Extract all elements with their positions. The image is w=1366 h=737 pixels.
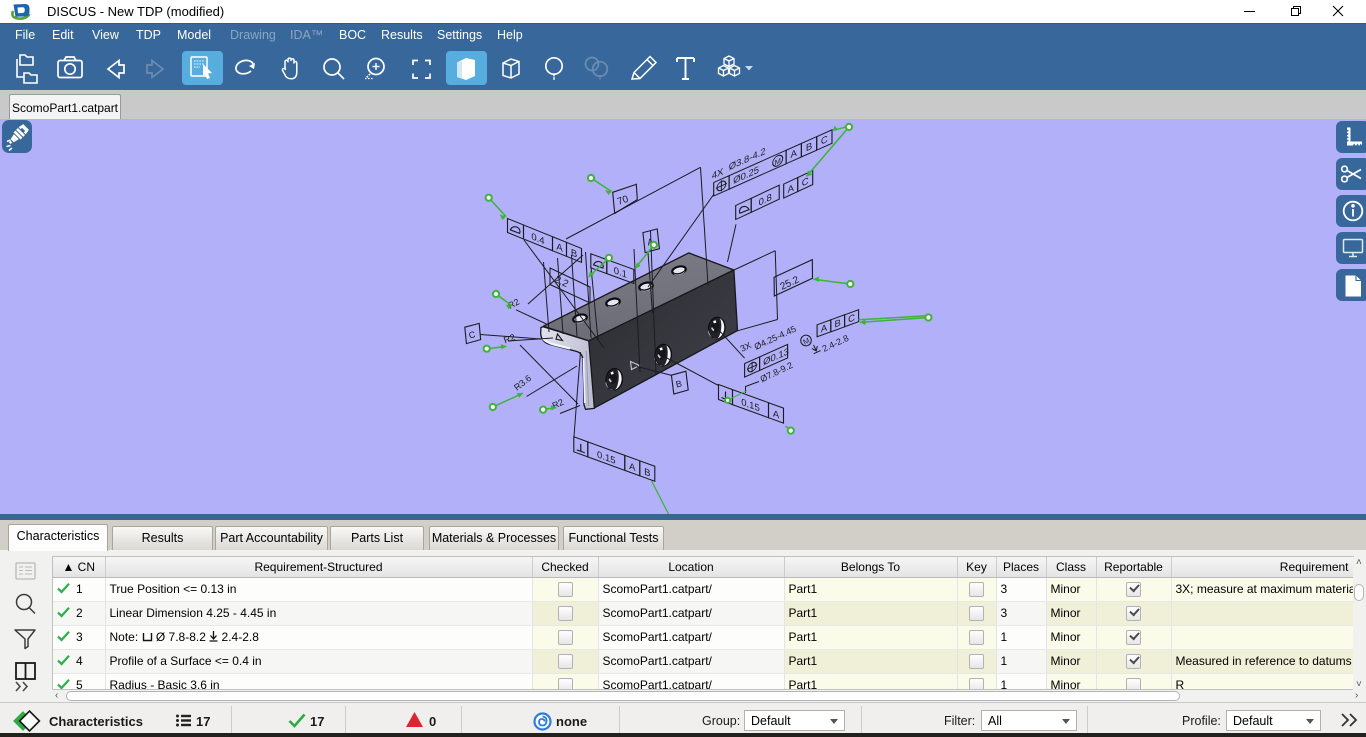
svg-text:4X: 4X [712, 166, 724, 182]
svg-text:R3.6: R3.6 [512, 373, 533, 393]
svg-text:R2: R2 [502, 332, 516, 345]
svg-text:0.15: 0.15 [741, 397, 760, 415]
svg-text:B: B [675, 378, 683, 389]
svg-text:C: C [468, 329, 477, 340]
svg-text:2.4-2.8: 2.4-2.8 [821, 333, 851, 354]
svg-text:3X: 3X [739, 340, 753, 354]
svg-text:M: M [775, 156, 781, 167]
svg-text:Ø4.25-4.45: Ø4.25-4.45 [753, 324, 798, 352]
svg-text:25.2: 25.2 [779, 274, 802, 292]
svg-text:0.15: 0.15 [597, 450, 616, 468]
